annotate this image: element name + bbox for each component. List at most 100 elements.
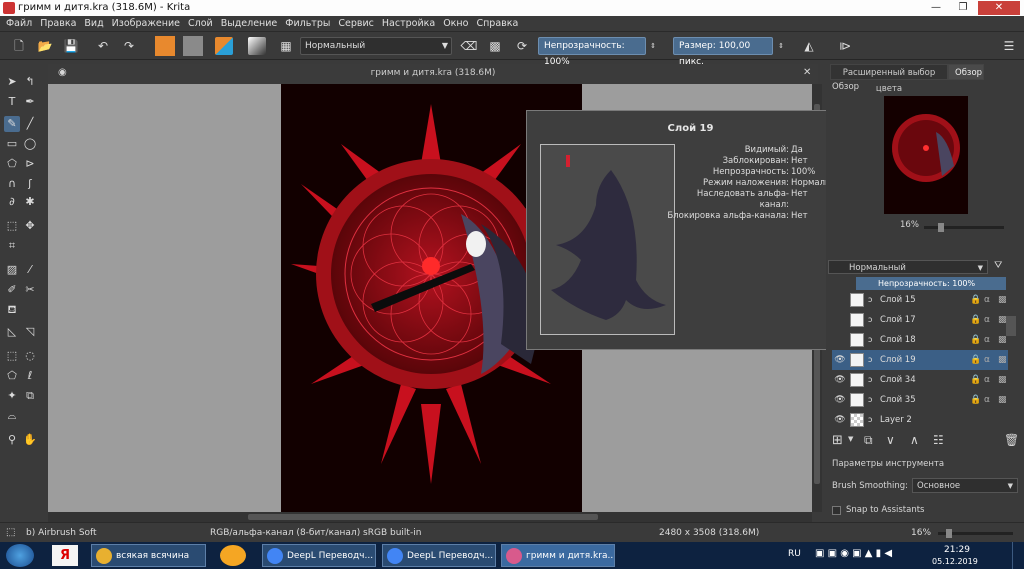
menu-settings[interactable]: Настройка bbox=[378, 16, 439, 32]
menu-file[interactable]: Файл bbox=[0, 16, 36, 32]
menu-edit[interactable]: Правка bbox=[36, 16, 80, 32]
tab-overview[interactable]: Обзор bbox=[948, 64, 984, 80]
layer-row-selected[interactable]: 👁 ↄ Слой 19 🔒 α ▩ bbox=[832, 350, 1008, 370]
menu-window[interactable]: Окно bbox=[439, 16, 472, 32]
menu-select[interactable]: Выделение bbox=[217, 16, 282, 32]
taskbar-item-deepl-1[interactable]: DeepL Переводч... bbox=[262, 544, 376, 567]
menu-help[interactable]: Справка bbox=[472, 16, 522, 32]
clock-time[interactable]: 21:29 bbox=[944, 545, 970, 555]
edit-shapes-icon[interactable]: ↰ bbox=[22, 74, 38, 90]
lock-icon[interactable]: 🔒 bbox=[970, 330, 981, 350]
color-swap-icon[interactable] bbox=[215, 37, 233, 55]
alpha-lock-icon[interactable]: α bbox=[984, 330, 990, 350]
contiguous-select-icon[interactable]: ✦ bbox=[4, 388, 20, 404]
chevron-down-icon[interactable]: ▼ bbox=[848, 435, 853, 443]
workspace-menu-icon[interactable]: ☰ bbox=[1000, 37, 1018, 55]
gradient-tool-icon[interactable]: ▨ bbox=[4, 262, 20, 278]
ellipse-tool-icon[interactable]: ◯ bbox=[22, 136, 38, 152]
polyline-tool-icon[interactable]: ⊳ bbox=[22, 156, 38, 172]
layer-filter-icon[interactable]: ⛛ bbox=[994, 260, 1002, 271]
eye-icon[interactable]: 👁 bbox=[834, 370, 846, 390]
size-spin-icon[interactable]: ⇕ bbox=[776, 37, 786, 55]
smart-patch-icon[interactable]: ✂ bbox=[22, 282, 38, 298]
horizontal-scrollbar[interactable] bbox=[48, 512, 812, 522]
rect-select-icon[interactable]: ⬚ bbox=[4, 348, 20, 364]
brush-preset-icon[interactable]: ⬚ bbox=[6, 523, 15, 543]
taskbar-item-deepl-2[interactable]: DeepL Переводч... bbox=[382, 544, 496, 567]
inherit-alpha-icon[interactable]: ▩ bbox=[998, 310, 1007, 330]
lock-icon[interactable]: 🔒 bbox=[970, 370, 981, 390]
eye-icon[interactable]: 👁 bbox=[834, 410, 846, 430]
yandex-browser-icon[interactable]: Я bbox=[52, 545, 78, 566]
open-document-icon[interactable]: 📂 bbox=[36, 37, 54, 55]
measure-tool-icon[interactable]: ◹ bbox=[22, 324, 38, 340]
crop-tool-icon[interactable]: ⌗ bbox=[4, 238, 20, 254]
brush-presets-icon[interactable]: ▦ bbox=[277, 37, 295, 55]
pan-tool-icon[interactable]: ✋ bbox=[22, 432, 38, 448]
language-indicator[interactable]: RU bbox=[788, 549, 801, 559]
freehand-brush-icon[interactable]: ✎ bbox=[4, 116, 20, 132]
lock-icon[interactable]: 🔒 bbox=[970, 310, 981, 330]
foreground-color-swatch[interactable] bbox=[155, 36, 175, 56]
layer-row[interactable]: ↄ Слой 15 🔒 α ▩ bbox=[832, 290, 1008, 310]
freehand-path-icon[interactable]: ʃ bbox=[22, 176, 38, 192]
alpha-lock-icon[interactable]: α bbox=[984, 290, 990, 310]
layer-properties-icon[interactable]: ☷ bbox=[933, 433, 944, 447]
save-icon[interactable]: 💾 bbox=[62, 37, 80, 55]
inherit-alpha-icon[interactable]: ▩ bbox=[998, 290, 1007, 310]
alpha-lock-icon[interactable]: α bbox=[984, 390, 990, 410]
dynamic-brush-icon[interactable]: ∂ bbox=[4, 194, 20, 210]
inherit-alpha-icon[interactable]: ▩ bbox=[998, 370, 1007, 390]
menu-layer[interactable]: Слой bbox=[184, 16, 217, 32]
alpha-lock-icon[interactable]: α bbox=[984, 370, 990, 390]
menu-image[interactable]: Изображение bbox=[108, 16, 184, 32]
polygon-select-icon[interactable]: ⬠ bbox=[4, 368, 20, 384]
similar-select-icon[interactable]: ⧉ bbox=[22, 388, 38, 404]
polygon-tool-icon[interactable]: ⬠ bbox=[4, 156, 20, 172]
size-slider[interactable]: Размер: 100,00 пикс. bbox=[673, 37, 773, 67]
undo-icon[interactable]: ↶ bbox=[94, 37, 112, 55]
preserve-alpha-icon[interactable]: ▩ bbox=[486, 37, 504, 55]
tray-icons[interactable]: ▣ ▣ ◉ ▣ ▲ ▮ ◀ bbox=[815, 548, 892, 559]
horizontal-scroll-thumb[interactable] bbox=[248, 514, 598, 520]
eye-icon[interactable]: 👁 bbox=[834, 390, 846, 410]
brush-smoothing-select[interactable]: Основное ▼ bbox=[912, 478, 1018, 493]
overview-zoom-slider[interactable] bbox=[924, 223, 1004, 232]
move-layer-up-icon[interactable]: ∧ bbox=[910, 433, 919, 447]
menu-tools[interactable]: Сервис bbox=[334, 16, 378, 32]
new-document-icon[interactable]: 🗋 bbox=[10, 37, 28, 55]
overview-zoom-thumb[interactable] bbox=[938, 223, 944, 232]
overview-thumbnail[interactable] bbox=[884, 96, 968, 214]
taskbar-item-folder[interactable]: всякая всячина bbox=[91, 544, 206, 567]
opacity-spin-icon[interactable]: ⇕ bbox=[648, 37, 658, 55]
inherit-alpha-icon[interactable]: ▩ bbox=[998, 390, 1007, 410]
maximize-button[interactable]: ❐ bbox=[950, 1, 976, 15]
mirror-horizontal-icon[interactable]: ◭ bbox=[800, 37, 818, 55]
duplicate-layer-icon[interactable]: ⧉ bbox=[864, 433, 873, 448]
menu-filters[interactable]: Фильтры bbox=[281, 16, 334, 32]
zoom-slider-thumb[interactable] bbox=[946, 529, 952, 538]
color-picker-icon[interactable]: ⁄ bbox=[22, 262, 38, 278]
rectangle-tool-icon[interactable]: ▭ bbox=[4, 136, 20, 152]
close-button[interactable]: ✕ bbox=[978, 1, 1020, 15]
document-tab-title[interactable]: гримм и дитя.kra (318.6M) bbox=[48, 68, 818, 78]
eye-icon[interactable]: 👁 bbox=[834, 350, 846, 370]
line-tool-icon[interactable]: ╱ bbox=[22, 116, 38, 132]
lock-icon[interactable]: 🔒 bbox=[970, 290, 981, 310]
mirror-vertical-icon[interactable]: ⧐ bbox=[836, 37, 854, 55]
multibrush-icon[interactable]: ✱ bbox=[22, 194, 38, 210]
show-desktop-button[interactable] bbox=[1012, 542, 1024, 569]
move-tool-icon[interactable]: ✥ bbox=[22, 218, 38, 234]
inherit-alpha-icon[interactable]: ▩ bbox=[998, 350, 1007, 370]
freehand-select-icon[interactable]: ℓ bbox=[22, 368, 38, 384]
bezier-select-icon[interactable]: ⌓ bbox=[4, 408, 20, 424]
minimize-button[interactable]: — bbox=[923, 1, 949, 15]
colorize-mask-icon[interactable]: ✐ bbox=[4, 282, 20, 298]
reload-preset-icon[interactable]: ⟳ bbox=[513, 37, 531, 55]
fill-tool-icon[interactable]: ⛾ bbox=[4, 302, 20, 318]
add-layer-icon[interactable]: ⊞ bbox=[832, 433, 843, 448]
zoom-slider[interactable] bbox=[938, 529, 1013, 538]
tab-advanced-color[interactable]: Расширенный выбор цвета bbox=[830, 64, 948, 94]
background-color-swatch[interactable] bbox=[183, 36, 203, 56]
clock-date[interactable]: 05.12.2019 bbox=[932, 557, 978, 566]
